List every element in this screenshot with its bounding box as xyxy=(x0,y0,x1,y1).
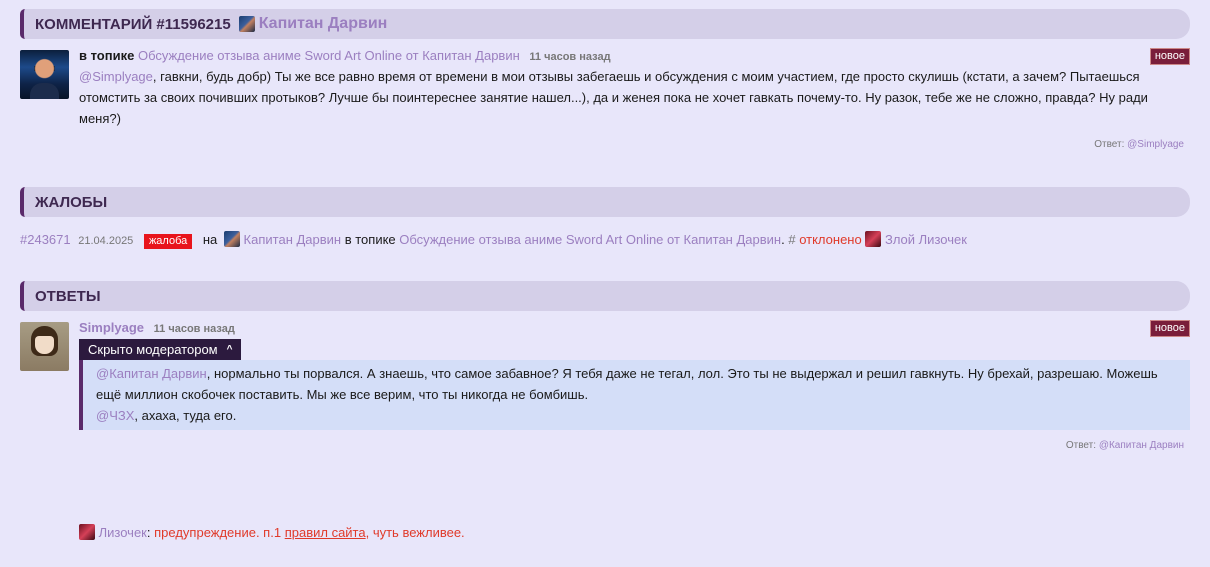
hidden-by-moderator-toggle[interactable]: Скрыто модератором ^ xyxy=(79,339,242,360)
hidden-line-1: @Капитан Дарвин, нормально ты порвался. … xyxy=(96,363,1182,405)
comment-header: КОММЕНТАРИЙ #11596215 Капитан Дарвин xyxy=(20,9,1190,39)
comment-time: 11 часов назад xyxy=(529,51,611,63)
hidden-content-block: @Капитан Дарвин, нормально ты порвался. … xyxy=(79,360,1190,430)
hidden-line-2: @ЧЗХ, ахаха, туда его. xyxy=(96,405,1182,426)
answer-time: 11 часов назад xyxy=(153,323,235,335)
warning-tail: , чуть вежливее. xyxy=(365,525,465,540)
reply-to: Ответ: @Капитан Дарвин xyxy=(1066,440,1184,451)
warning-text: предупреждение. п.1 xyxy=(154,525,282,540)
comment-body: @Simplyage, гавкни, будь добр) Ты же все… xyxy=(79,66,1179,129)
new-badge: новое xyxy=(1149,48,1190,65)
colon: : xyxy=(146,525,151,540)
hidden-text-2: , ахаха, туда его. xyxy=(134,408,237,423)
moderator-link[interactable]: Лизочек xyxy=(99,525,147,540)
moderator-link[interactable]: Злой Лизочек xyxy=(885,232,967,247)
dot: . xyxy=(781,232,785,247)
topic-link[interactable]: Обсуждение отзыва аниме Sword Art Online… xyxy=(138,48,520,63)
mention-link[interactable]: @ЧЗХ xyxy=(96,408,134,423)
comment-text: , гавкни, будь добр) Ты же все равно вре… xyxy=(79,69,1148,126)
answer-author-link[interactable]: Simplyage xyxy=(79,320,144,335)
chevron-up-icon: ^ xyxy=(226,344,233,355)
moderation-note: Лизочек: предупреждение. п.1 правил сайт… xyxy=(79,524,465,540)
moderator-mini-avatar[interactable] xyxy=(79,524,95,540)
target-user-link[interactable]: Капитан Дарвин xyxy=(244,232,342,247)
mention-link[interactable]: @Simplyage xyxy=(79,69,153,84)
complaint-date: 21.04.2025 xyxy=(78,235,134,247)
mention-link[interactable]: @Капитан Дарвин xyxy=(96,366,207,381)
reply-to: Ответ: @Simplyage xyxy=(1094,139,1184,150)
reply-user-link[interactable]: @Капитан Дарвин xyxy=(1099,440,1184,451)
comment-header-author-link[interactable]: Капитан Дарвин xyxy=(259,15,388,33)
new-badge: новое xyxy=(1149,320,1190,337)
target-mini-avatar[interactable] xyxy=(223,231,240,247)
complaint-badge: жалоба xyxy=(143,234,193,249)
hash-link[interactable]: # xyxy=(788,232,795,247)
site-rules-link[interactable]: правил сайта xyxy=(285,525,366,540)
answers-title: ОТВЕТЫ xyxy=(35,287,101,305)
complaint-number-link[interactable]: #243671 xyxy=(20,232,71,247)
reply-user-link[interactable]: @Simplyage xyxy=(1127,139,1184,150)
status-rejected: отклонено xyxy=(799,232,862,247)
author-mini-avatar[interactable] xyxy=(238,16,255,32)
complaints-title: ЖАЛОБЫ xyxy=(35,193,108,211)
complaint-row: #243671 21.04.2025 жалоба на Капитан Дар… xyxy=(20,231,967,249)
reply-label: Ответ: xyxy=(1094,139,1125,150)
complaint-topic-link[interactable]: Обсуждение отзыва аниме Sword Art Online… xyxy=(399,232,781,247)
hidden-text-1: , нормально ты порвался. А знаешь, что с… xyxy=(96,366,1158,402)
avatar[interactable] xyxy=(20,50,69,99)
in-topic-label: в топике xyxy=(344,232,396,247)
comment-title: КОММЕНТАРИЙ #11596215 xyxy=(35,15,231,33)
hidden-label: Скрыто модератором xyxy=(88,342,218,357)
avatar[interactable] xyxy=(20,322,69,371)
in-topic-label: в топике xyxy=(79,48,135,63)
answer-meta: Simplyage 11 часов назад xyxy=(79,320,235,335)
answers-header: ОТВЕТЫ xyxy=(20,281,1190,311)
moderator-mini-avatar[interactable] xyxy=(865,231,882,247)
reply-label: Ответ: xyxy=(1065,440,1097,451)
on-label: на xyxy=(202,232,218,247)
comment-meta: в топике Обсуждение отзыва аниме Sword A… xyxy=(79,48,611,63)
complaints-header: ЖАЛОБЫ xyxy=(20,187,1190,217)
